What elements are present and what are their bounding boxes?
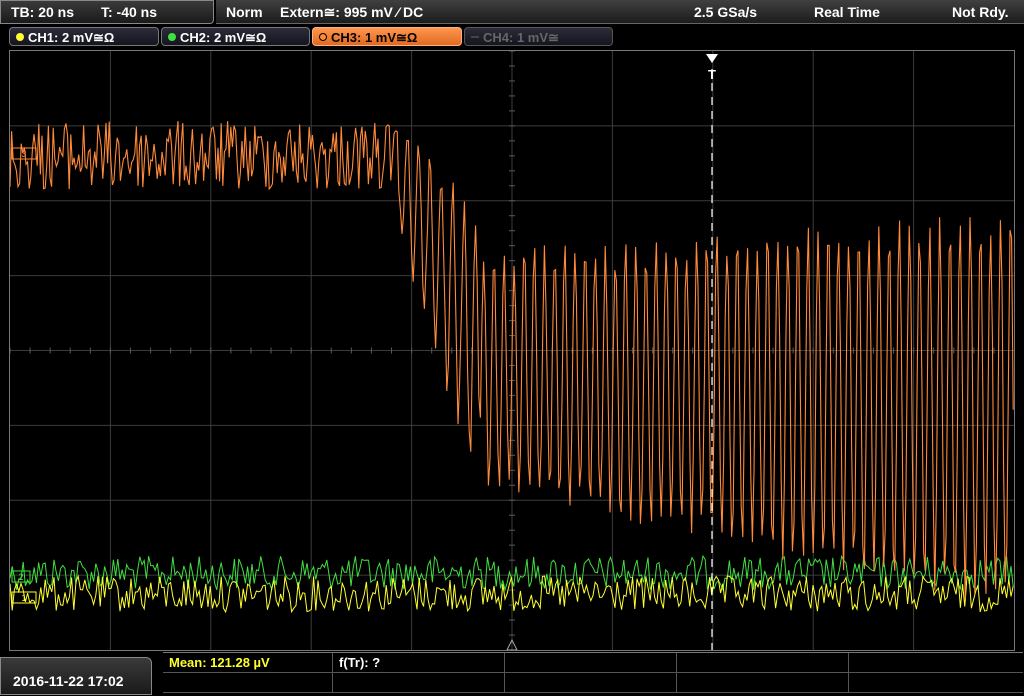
channel-tab-row: CH1: 2 mV≅Ω CH2: 2 mV≅Ω CH3: 1 mV≅Ω CH4:… <box>0 25 1024 49</box>
datetime-label: 2016-11-22 17:02 <box>13 673 124 689</box>
trigger-mode: Norm <box>226 4 263 20</box>
measurement-empty-cell <box>505 653 677 673</box>
ch1-label: CH1: 2 mV≅Ω <box>28 30 115 45</box>
timebase-label: TB: 20 ns <box>11 4 75 20</box>
measurement-empty-cell <box>849 653 1023 673</box>
ch3-label: CH3: 1 mV≅Ω <box>331 30 418 45</box>
measurement-empty-cell <box>333 673 505 693</box>
datetime-box[interactable]: 2016-11-22 17:02 <box>0 657 152 695</box>
measurement-ftr: f(Tr): ? <box>339 655 381 670</box>
measurement-empty-cell <box>677 673 849 693</box>
ch2-dot-icon <box>168 33 176 41</box>
waveform-canvas: T 3 2 1 <box>10 51 1014 650</box>
sample-rate: 2.5 GSa/s <box>694 4 758 20</box>
trigger-source: Extern≅: 995 mV ⁄ DC <box>280 4 424 20</box>
measurement-ftr-cell[interactable]: f(Tr): ? <box>333 653 505 673</box>
ch4-label: CH4: 1 mV≅ <box>483 30 559 45</box>
waveform-display[interactable]: T 3 2 1 <box>9 50 1015 651</box>
tab-ch3[interactable]: CH3: 1 mV≅Ω <box>312 27 462 46</box>
measurement-empty-cell <box>163 673 333 693</box>
ch2-label: CH2: 2 mV≅Ω <box>180 30 267 45</box>
trigger-status: Not Rdy. <box>952 4 1009 20</box>
ch4-dash-icon <box>471 36 479 38</box>
ch1-marker-label: 1 <box>21 593 26 603</box>
timebase-box[interactable]: TB: 20 ns T: -40 ns <box>0 0 214 24</box>
tab-ch2[interactable]: CH2: 2 mV≅Ω <box>161 27 310 46</box>
trigger-marker-label: T <box>708 67 716 82</box>
ch3-marker-label: 3 <box>21 149 26 159</box>
bottom-bar: 2016-11-22 17:02 Mean: 121.28 µV f(Tr): … <box>0 652 1024 695</box>
top-status-bar: TB: 20 ns T: -40 ns Norm Extern≅: 995 mV… <box>0 0 1024 24</box>
tab-ch4[interactable]: CH4: 1 mV≅ <box>464 27 613 46</box>
ch1-ground-marker[interactable]: 1 <box>11 591 37 604</box>
trigger-bar[interactable]: Norm Extern≅: 995 mV ⁄ DC 2.5 GSa/s Real… <box>216 0 1024 24</box>
measurement-empty-cell <box>677 653 849 673</box>
ch2-marker-label: 2 <box>18 572 23 582</box>
trigger-position-arrow-icon[interactable] <box>706 54 718 63</box>
measurement-empty-cell <box>849 673 1023 693</box>
measurement-empty-cell <box>505 673 677 693</box>
acquisition-mode: Real Time <box>814 4 880 20</box>
ch3-dot-icon <box>319 33 327 41</box>
measurement-mean-cell[interactable]: Mean: 121.28 µV <box>163 653 333 673</box>
ch1-dot-icon <box>16 33 24 41</box>
measurement-mean: Mean: 121.28 µV <box>169 655 270 670</box>
trigger-time-label: T: -40 ns <box>101 4 158 20</box>
tab-ch1[interactable]: CH1: 2 mV≅Ω <box>9 27 159 46</box>
measurement-table: Mean: 121.28 µV f(Tr): ? <box>163 652 1023 696</box>
